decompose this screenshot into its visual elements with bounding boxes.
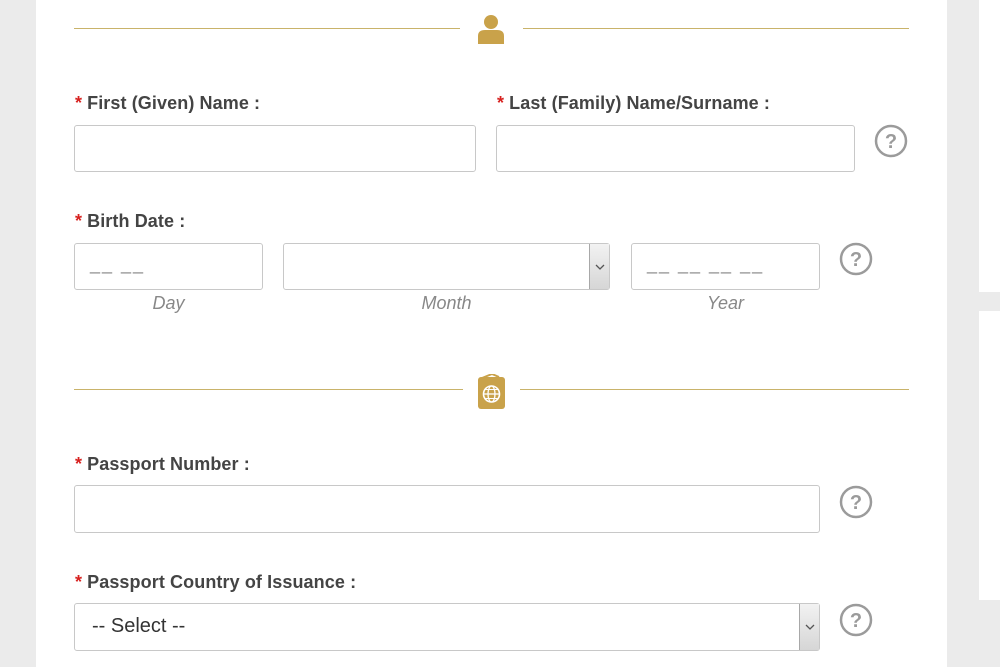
- last-name-label: * Last (Family) Name/Surname :: [497, 93, 770, 114]
- right-panel-bottom: [979, 311, 1000, 600]
- passport-country-label-text: Passport Country of Issuance :: [87, 572, 357, 592]
- day-caption: Day: [152, 293, 185, 313]
- required-mark: *: [75, 454, 83, 474]
- section-divider-right: [523, 28, 909, 29]
- section-divider-left: [74, 28, 460, 29]
- year-placeholder: __ __ __ __: [647, 254, 765, 274]
- country-selected-value: -- Select --: [92, 615, 186, 637]
- birth-date-label-text: Birth Date :: [87, 211, 186, 231]
- chevron-down-icon: [805, 624, 814, 630]
- chevron-down-icon: [595, 264, 604, 270]
- last-name-input[interactable]: [496, 125, 855, 172]
- passport-number-label-text: Passport Number :: [87, 454, 250, 474]
- required-mark: *: [75, 93, 83, 113]
- section-divider-right: [520, 389, 909, 390]
- help-icon-passport-country[interactable]: ?: [839, 603, 873, 637]
- svg-text:?: ?: [850, 610, 862, 632]
- last-name-label-text: Last (Family) Name/Surname :: [509, 93, 770, 113]
- month-caption: Month: [421, 293, 472, 313]
- passport-number-label: * Passport Number :: [75, 454, 250, 475]
- day-placeholder: __ __: [90, 254, 146, 274]
- passport-number-input[interactable]: [74, 485, 820, 533]
- first-name-label: * First (Given) Name :: [75, 93, 260, 114]
- required-mark: *: [75, 572, 83, 592]
- birth-year-input[interactable]: __ __ __ __: [631, 243, 820, 290]
- birth-month-select[interactable]: [283, 243, 610, 290]
- required-mark: *: [497, 93, 505, 113]
- help-icon-birth-date[interactable]: ?: [839, 242, 873, 276]
- passport-country-label: * Passport Country of Issuance :: [75, 572, 356, 593]
- country-dropdown-button[interactable]: [799, 604, 819, 650]
- help-icon-name[interactable]: ?: [874, 124, 908, 158]
- svg-text:?: ?: [850, 249, 862, 271]
- person-icon: [478, 15, 504, 44]
- section-divider-left: [74, 389, 463, 390]
- svg-text:?: ?: [885, 131, 897, 153]
- help-icon-passport-number[interactable]: ?: [839, 485, 873, 519]
- required-mark: *: [75, 211, 83, 231]
- svg-text:?: ?: [850, 492, 862, 514]
- month-dropdown-button[interactable]: [589, 244, 609, 289]
- birth-date-label: * Birth Date :: [75, 211, 185, 232]
- right-panel-top: [979, 0, 1000, 292]
- birth-day-input[interactable]: __ __: [74, 243, 263, 290]
- year-caption: Year: [706, 293, 745, 313]
- passport-icon: [478, 374, 505, 409]
- first-name-input[interactable]: [74, 125, 476, 172]
- first-name-label-text: First (Given) Name :: [87, 93, 261, 113]
- passport-country-select[interactable]: -- Select --: [74, 603, 820, 651]
